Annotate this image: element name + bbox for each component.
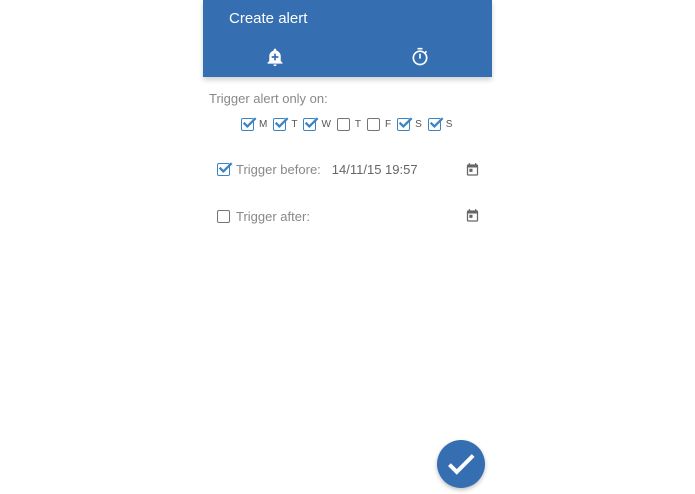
day-checkbox[interactable] xyxy=(397,116,413,131)
day-option[interactable]: T xyxy=(273,116,298,131)
calendar-icon[interactable] xyxy=(465,208,480,224)
page-title: Create alert xyxy=(229,10,308,27)
trigger-after-row: Trigger after: xyxy=(217,207,321,225)
day-checkbox[interactable] xyxy=(303,116,319,131)
day-checkbox[interactable] xyxy=(367,117,381,131)
confirm-fab-button[interactable] xyxy=(437,440,485,488)
calendar-icon[interactable] xyxy=(465,162,480,178)
day-option[interactable]: S xyxy=(397,116,422,131)
day-letter: M xyxy=(259,118,268,130)
trigger-before-row: Trigger before: 14/11/15 19:57 xyxy=(217,160,418,178)
day-option[interactable]: W xyxy=(303,116,331,131)
trigger-before-checkbox[interactable] xyxy=(217,161,233,176)
trigger-before-value: 14/11/15 19:57 xyxy=(331,161,418,177)
create-alert-screen: Create alert Trigger alert only on: M T W T… xyxy=(203,0,492,494)
day-checkbox[interactable] xyxy=(427,116,444,131)
app-bar: Create alert xyxy=(203,0,492,77)
add-alert-icon[interactable] xyxy=(265,47,285,67)
timer-icon[interactable] xyxy=(410,47,430,67)
day-checkbox[interactable] xyxy=(336,117,350,131)
day-option[interactable]: M xyxy=(241,116,268,131)
day-letter: T xyxy=(354,118,362,130)
trigger-after-label: Trigger after: xyxy=(236,208,310,224)
day-option[interactable]: T xyxy=(336,117,362,131)
day-checkbox[interactable] xyxy=(241,116,257,131)
days-label: Trigger alert only on: xyxy=(209,91,328,106)
day-letter: F xyxy=(385,118,392,130)
day-letter: T xyxy=(291,118,298,130)
check-icon xyxy=(448,454,475,475)
day-letter: S xyxy=(445,118,453,130)
day-option[interactable]: S xyxy=(427,116,453,131)
day-checkbox[interactable] xyxy=(273,116,289,131)
day-letter: W xyxy=(321,118,331,130)
trigger-after-checkbox[interactable] xyxy=(217,209,230,223)
day-selector: MTWTFSS xyxy=(241,115,458,133)
trigger-before-label: Trigger before: xyxy=(236,161,321,177)
day-letter: S xyxy=(415,118,422,130)
day-option[interactable]: F xyxy=(367,117,392,131)
